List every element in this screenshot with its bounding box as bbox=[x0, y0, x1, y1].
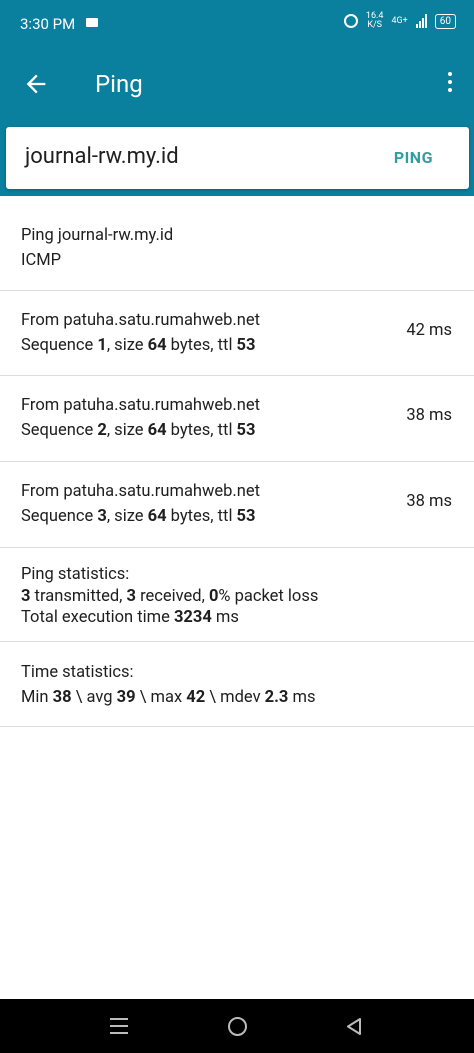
signal-icon bbox=[415, 14, 427, 28]
status-time: 3:30 PM bbox=[20, 15, 76, 33]
back-nav-icon[interactable] bbox=[346, 1018, 362, 1035]
network-type: 4G+ bbox=[391, 16, 408, 26]
page-title: Ping bbox=[95, 70, 143, 98]
ping-protocol: ICMP bbox=[21, 251, 62, 270]
app-bar: Ping bbox=[0, 48, 474, 122]
reply-row: From patuha.satu.rumahweb.net Sequence 2… bbox=[0, 376, 474, 462]
time-statistics-row: Time statistics: Min 38 \ avg 39 \ max 4… bbox=[0, 642, 474, 727]
alarm-icon bbox=[343, 14, 358, 28]
reply-time: 38 ms bbox=[406, 406, 452, 425]
ping-target: Ping journal-rw.my.id bbox=[21, 226, 174, 245]
status-bar: 3:30 PM 16.4 K/S 4G+ 60 bbox=[0, 0, 474, 48]
speed-unit: K/S bbox=[367, 20, 383, 30]
host-input-card: journal-rw.my.id PING bbox=[6, 127, 469, 189]
packet-summary: 3 transmitted, 3 received, 0% packet los… bbox=[21, 587, 319, 606]
time-statistics-title: Time statistics: bbox=[21, 663, 134, 682]
ping-header-row: Ping journal-rw.my.id ICMP bbox=[0, 196, 474, 291]
mail-icon bbox=[86, 18, 98, 27]
host-input[interactable]: journal-rw.my.id bbox=[25, 144, 179, 169]
execution-time: Total execution time 3234 ms bbox=[21, 608, 239, 627]
status-indicators: 16.4 K/S 4G+ 60 bbox=[343, 12, 456, 30]
system-navigation-bar bbox=[0, 999, 474, 1053]
recents-icon[interactable] bbox=[110, 1018, 128, 1039]
network-speed: 16.4 K/S bbox=[366, 12, 384, 30]
time-summary: Min 38 \ avg 39 \ max 42 \ mdev 2.3 ms bbox=[21, 688, 316, 707]
results-list: Ping journal-rw.my.id ICMP From patuha.s… bbox=[0, 196, 474, 727]
reply-time: 42 ms bbox=[406, 321, 452, 340]
reply-row: From patuha.satu.rumahweb.net Sequence 3… bbox=[0, 462, 474, 548]
more-vert-icon[interactable] bbox=[448, 72, 452, 92]
arrow-back-icon[interactable] bbox=[22, 70, 50, 98]
ping-statistics-row: Ping statistics: 3 transmitted, 3 receiv… bbox=[0, 548, 474, 642]
reply-time: 38 ms bbox=[406, 492, 452, 511]
home-icon[interactable] bbox=[228, 1017, 247, 1036]
reply-row: From patuha.satu.rumahweb.net Sequence 1… bbox=[0, 291, 474, 376]
ping-statistics-title: Ping statistics: bbox=[21, 565, 130, 584]
battery-icon: 60 bbox=[434, 13, 456, 29]
ping-button[interactable]: PING bbox=[394, 148, 433, 167]
